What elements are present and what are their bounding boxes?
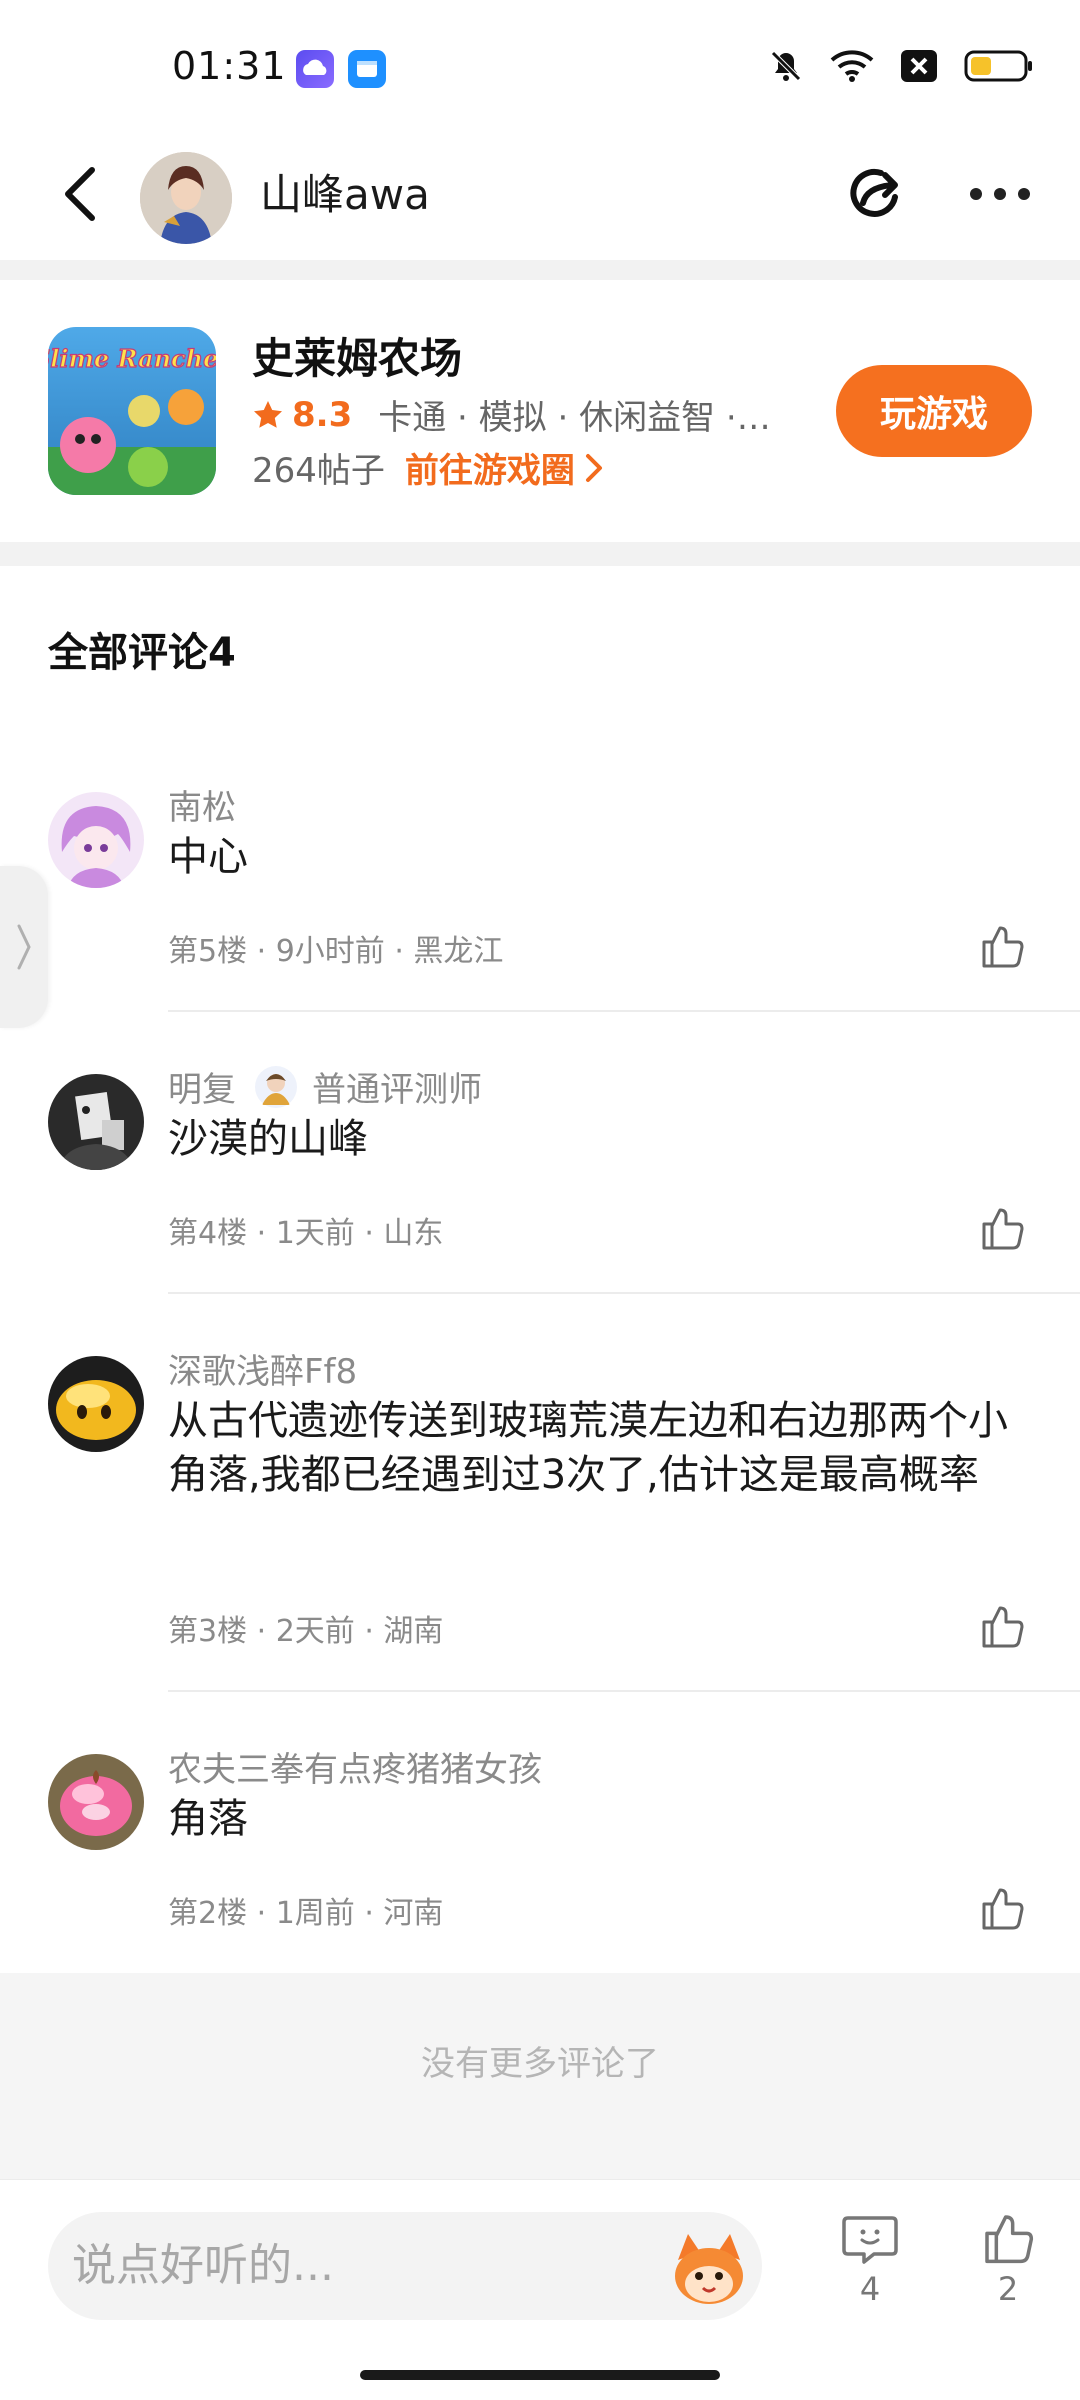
- no-more-comments-label: 没有更多评论了: [421, 2044, 659, 2084]
- thumbs-up-icon: [982, 1888, 1024, 1930]
- chevron-right-icon: [17, 924, 31, 970]
- back-button[interactable]: [40, 154, 120, 234]
- comment-text[interactable]: 中心: [168, 830, 1028, 884]
- cloud-app-icon: [296, 50, 334, 88]
- like-button[interactable]: [974, 1880, 1030, 1936]
- comment-text[interactable]: 沙漠的山峰: [168, 1112, 1028, 1166]
- game-icon[interactable]: Slime Rancher: [48, 327, 216, 495]
- commenter-name[interactable]: 南松: [168, 780, 236, 829]
- comments-title: 全部评论4: [48, 630, 236, 676]
- thumbs-up-icon: [982, 926, 1024, 968]
- mascot-icon: [675, 2234, 743, 2304]
- goto-game-circle-link[interactable]: 前往游戏圈: [405, 443, 603, 492]
- like-count-button[interactable]: 2: [968, 2210, 1048, 2308]
- play-game-button[interactable]: 玩游戏: [836, 365, 1032, 457]
- thumbs-up-icon: [985, 2215, 1034, 2264]
- side-drawer-handle[interactable]: [0, 866, 48, 1028]
- commenter-name-row: 明复 普通评测师: [168, 1062, 482, 1111]
- thumbs-up-icon: [982, 1606, 1024, 1648]
- home-indicator[interactable]: [360, 2370, 720, 2380]
- comment-bubble-icon: [842, 2216, 898, 2264]
- top-nav: 山峰awa: [0, 130, 1080, 260]
- commenter-name[interactable]: 农夫三拳有点疼猪猪女孩: [168, 1742, 542, 1791]
- like-button[interactable]: [974, 918, 1030, 974]
- thumbs-up-icon: [982, 1208, 1024, 1250]
- status-icons: [768, 48, 1034, 88]
- reviewer-badge-icon: [254, 1065, 298, 1109]
- close-box-icon: [900, 49, 938, 87]
- commenter-avatar[interactable]: [48, 1356, 144, 1452]
- comment-input[interactable]: 说点好听的...: [48, 2212, 762, 2320]
- commenter-name-row: 深歌浅醉Ff8: [168, 1344, 357, 1393]
- commenter-avatar[interactable]: [48, 1074, 144, 1170]
- commenter-name[interactable]: 深歌浅醉Ff8: [168, 1344, 357, 1393]
- mute-icon: [768, 48, 804, 88]
- comment-meta: 第3楼 · 2天前 · 湖南: [168, 1614, 444, 1649]
- battery-icon: [964, 49, 1034, 87]
- section-divider: [0, 260, 1080, 280]
- author-name[interactable]: 山峰awa: [260, 155, 430, 235]
- like-button[interactable]: [974, 1598, 1030, 1654]
- comment-meta: 第2楼 · 1周前 · 河南: [168, 1896, 444, 1931]
- comment-text[interactable]: 角落: [168, 1792, 1028, 1846]
- game-icon-art-text: Slime Rancher: [48, 344, 216, 373]
- bottom-comment-bar: 说点好听的... 4 2: [0, 2179, 1080, 2400]
- more-button[interactable]: [952, 146, 1048, 242]
- game-tags: 卡通 · 模拟 · 休闲益智 · ...: [378, 398, 779, 438]
- more-dot: [970, 188, 982, 200]
- comment-meta: 第5楼 · 9小时前 · 黑龙江: [168, 934, 504, 969]
- game-rating: 8.3: [292, 394, 353, 435]
- goto-game-circle-label: 前往游戏圈: [404, 451, 575, 491]
- more-dot: [1018, 188, 1030, 200]
- comment-meta: 第4楼 · 1天前 · 山东: [168, 1216, 444, 1251]
- wifi-icon: [830, 49, 874, 87]
- commenter-name-row: 农夫三拳有点疼猪猪女孩: [168, 1742, 542, 1791]
- game-meta: 8.3 卡通 · 模拟 · 休闲益智 · ...: [252, 390, 778, 439]
- comment-input-placeholder: 说点好听的...: [72, 2240, 334, 2291]
- share-icon: [850, 168, 898, 217]
- reviewer-badge-label: 普通评测师: [312, 1070, 482, 1110]
- files-app-icon: [348, 50, 386, 88]
- chevron-right-icon: [585, 453, 602, 482]
- game-sub: 264帖子 前往游戏圈: [252, 443, 603, 492]
- comment-text[interactable]: 从古代遗迹传送到玻璃荒漠左边和右边那两个小角落,我都已经遇到过3次了,估计这是最…: [168, 1394, 1028, 1502]
- game-card[interactable]: Slime Rancher 史莱姆农场 8.3 卡通 · 模拟 · 休闲益智 ·…: [0, 280, 1080, 542]
- comment-separator: [168, 1010, 1080, 1012]
- commenter-avatar[interactable]: [48, 792, 144, 888]
- section-divider: [0, 542, 1080, 566]
- back-icon: [65, 167, 95, 221]
- star-icon: [254, 400, 282, 428]
- comment-count-button[interactable]: 4: [830, 2210, 910, 2308]
- commenter-name-row: 南松: [168, 780, 236, 829]
- like-button[interactable]: [974, 1200, 1030, 1256]
- status-time: 01:31: [172, 44, 287, 88]
- commenter-name[interactable]: 明复: [168, 1062, 236, 1111]
- status-bar: 01:31: [0, 0, 1080, 130]
- like-count: 2: [997, 2270, 1019, 2308]
- share-button[interactable]: [836, 146, 916, 242]
- emoji-mascot-button[interactable]: [666, 2226, 752, 2312]
- comment-separator: [168, 1292, 1080, 1294]
- game-title[interactable]: 史莱姆农场: [252, 325, 462, 386]
- post-count: 264帖子: [252, 451, 385, 491]
- author-avatar[interactable]: [140, 152, 232, 244]
- commenter-avatar[interactable]: [48, 1754, 144, 1850]
- more-dot: [994, 188, 1006, 200]
- comment-separator: [168, 1690, 1080, 1692]
- comment-count: 4: [859, 2270, 881, 2308]
